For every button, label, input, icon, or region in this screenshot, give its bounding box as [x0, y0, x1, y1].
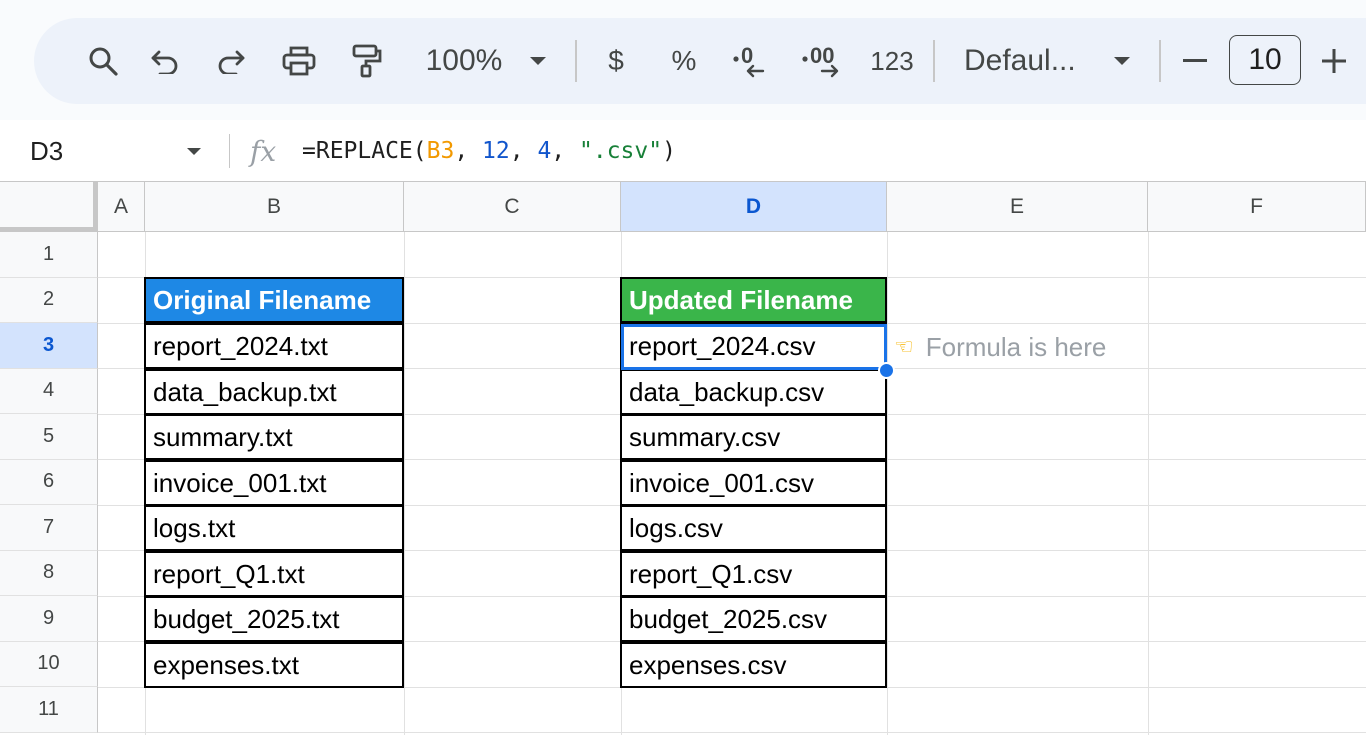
toolbar-area: 100% $ % 0 00 123 Defaul... 10 [0, 0, 1366, 120]
toolbar-divider [1159, 40, 1161, 82]
row-header-10[interactable]: 10 [0, 641, 98, 687]
row-header-1[interactable]: 1 [0, 232, 98, 278]
paint-format-icon [352, 44, 382, 78]
decrease-decimal-icon: 0 [733, 43, 765, 78]
column-header-c[interactable]: C [404, 182, 621, 232]
percent-format-button[interactable]: % [660, 18, 708, 104]
gridline [887, 232, 888, 735]
formula-separator: , [454, 138, 483, 164]
redo-button[interactable] [200, 18, 262, 104]
original-filename-cell[interactable]: report_2024.txt [144, 323, 404, 369]
formula-prefix: =REPLACE( [302, 138, 427, 164]
zoom-dropdown[interactable] [520, 18, 556, 104]
caret-down-icon [187, 147, 201, 155]
updated-filename-cell[interactable]: report_2024.csv [620, 323, 887, 369]
updated-filename-cell[interactable]: expenses.csv [620, 642, 887, 688]
redo-icon [218, 50, 245, 74]
select-all-corner[interactable] [0, 182, 98, 232]
name-box-dropdown[interactable] [180, 120, 208, 182]
gridline [1148, 232, 1149, 735]
updated-filename-cell[interactable]: summary.csv [620, 414, 887, 460]
original-filename-cell[interactable]: invoice_001.txt [144, 460, 404, 506]
formula-cell-reference: B3 [426, 138, 455, 164]
toolbar-divider [933, 40, 935, 82]
formula-input[interactable]: =REPLACE(B3, 12, 4, ".csv") [302, 120, 676, 182]
formula-separator: , [509, 138, 538, 164]
row-header-3[interactable]: 3 [0, 323, 98, 369]
zoom-select[interactable]: 100% [414, 18, 514, 104]
column-header-b[interactable]: B [145, 182, 404, 232]
svg-text:00: 00 [810, 43, 834, 68]
column-header-a[interactable]: A [98, 182, 145, 232]
original-filename-cell[interactable]: logs.txt [144, 505, 404, 551]
formula-suffix: ) [662, 138, 676, 164]
annotation-note: ☜ Formula is here [894, 324, 1106, 370]
row-header-5[interactable]: 5 [0, 414, 98, 460]
row-header-9[interactable]: 9 [0, 596, 98, 642]
column-header-f[interactable]: F [1148, 182, 1366, 232]
decrease-font-size-button[interactable] [1174, 18, 1216, 104]
fx-icon: fx [250, 134, 277, 168]
row-header-6[interactable]: 6 [0, 459, 98, 505]
gridline [404, 232, 405, 735]
undo-button[interactable] [134, 18, 196, 104]
original-filename-cell[interactable]: report_Q1.txt [144, 551, 404, 597]
more-formats-button[interactable]: 123 [866, 18, 918, 104]
svg-text:0: 0 [741, 43, 753, 68]
paint-format-button[interactable] [336, 18, 398, 104]
formula-separator: , [551, 138, 579, 164]
font-size-input[interactable]: 10 [1229, 35, 1301, 85]
font-dropdown[interactable] [1104, 18, 1140, 104]
name-box[interactable]: D3 [30, 120, 63, 182]
updated-filename-cell[interactable]: data_backup.csv [620, 369, 887, 415]
print-icon [282, 46, 316, 76]
original-filename-cell[interactable]: budget_2025.txt [144, 596, 404, 642]
spreadsheet-grid: A B C D E F 1 2 3 4 5 6 7 8 9 10 11 Orig… [0, 182, 1366, 735]
row-header-11[interactable]: 11 [0, 687, 98, 733]
row-header-8[interactable]: 8 [0, 550, 98, 596]
search-icon [89, 47, 118, 76]
font-select[interactable]: Defaul... [964, 18, 1090, 104]
plus-icon [1322, 49, 1346, 73]
pointing-hand-icon: ☜ [894, 334, 914, 359]
decrease-decimal-button[interactable]: 0 [724, 18, 780, 104]
search-button[interactable] [72, 18, 134, 104]
currency-format-button[interactable]: $ [592, 18, 640, 104]
updated-filename-cell[interactable]: invoice_001.csv [620, 460, 887, 506]
increase-font-size-button[interactable] [1314, 18, 1354, 104]
fill-handle[interactable] [878, 362, 895, 379]
formula-bar: D3 fx =REPLACE(B3, 12, 4, ".csv") [0, 120, 1366, 182]
updated-filename-cell[interactable]: logs.csv [620, 505, 887, 551]
original-filename-cell[interactable]: data_backup.txt [144, 369, 404, 415]
toolbar-divider [575, 40, 577, 82]
formula-text-argument: ".csv" [579, 138, 663, 164]
increase-decimal-button[interactable]: 00 [794, 18, 854, 104]
updated-filename-cell[interactable]: budget_2025.csv [620, 596, 887, 642]
original-filename-header[interactable]: Original Filename [144, 277, 404, 323]
formula-bar-divider [229, 134, 230, 168]
column-header-e[interactable]: E [887, 182, 1148, 232]
row-header-4[interactable]: 4 [0, 368, 98, 414]
undo-icon [151, 50, 178, 74]
increase-decimal-icon: 00 [802, 43, 839, 78]
caret-down-icon [1114, 57, 1130, 65]
updated-filename-cell[interactable]: report_Q1.csv [620, 551, 887, 597]
original-filename-cell[interactable]: expenses.txt [144, 642, 404, 688]
minus-icon [1183, 59, 1207, 62]
caret-down-icon [530, 57, 546, 65]
formula-start-argument: 12 [482, 138, 510, 164]
updated-filename-header[interactable]: Updated Filename [620, 277, 887, 323]
annotation-text: Formula is here [925, 331, 1107, 362]
formula-length-argument: 4 [537, 138, 552, 164]
toolbar: 100% $ % 0 00 123 Defaul... 10 [34, 18, 1366, 104]
original-filename-cell[interactable]: summary.txt [144, 414, 404, 460]
gridline [98, 732, 1366, 733]
column-header-d[interactable]: D [621, 182, 887, 232]
row-header-2[interactable]: 2 [0, 277, 98, 323]
row-header-7[interactable]: 7 [0, 505, 98, 551]
print-button[interactable] [268, 18, 330, 104]
